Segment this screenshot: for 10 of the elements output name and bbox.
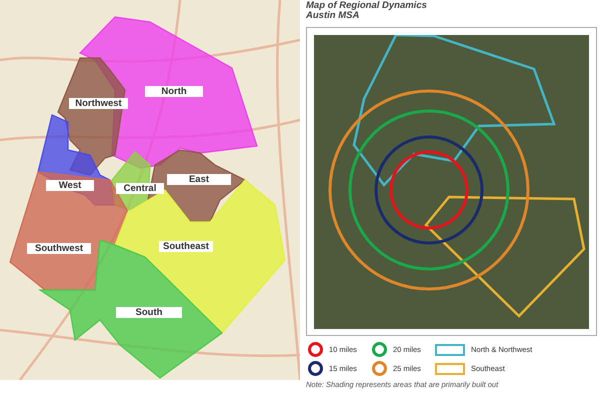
map-title: Map of Regional Dynamics	[306, 1, 428, 11]
region-label: West	[46, 180, 94, 191]
region-label: Northwest	[69, 98, 128, 109]
region-label: Central	[116, 183, 164, 194]
region-label: Southeast	[159, 241, 213, 252]
region-label: Southwest	[27, 243, 91, 254]
region-label: South	[116, 307, 182, 318]
region-label: North	[145, 86, 203, 97]
map-subtitle: Austin MSA	[306, 11, 360, 21]
region-label: East	[167, 174, 231, 185]
